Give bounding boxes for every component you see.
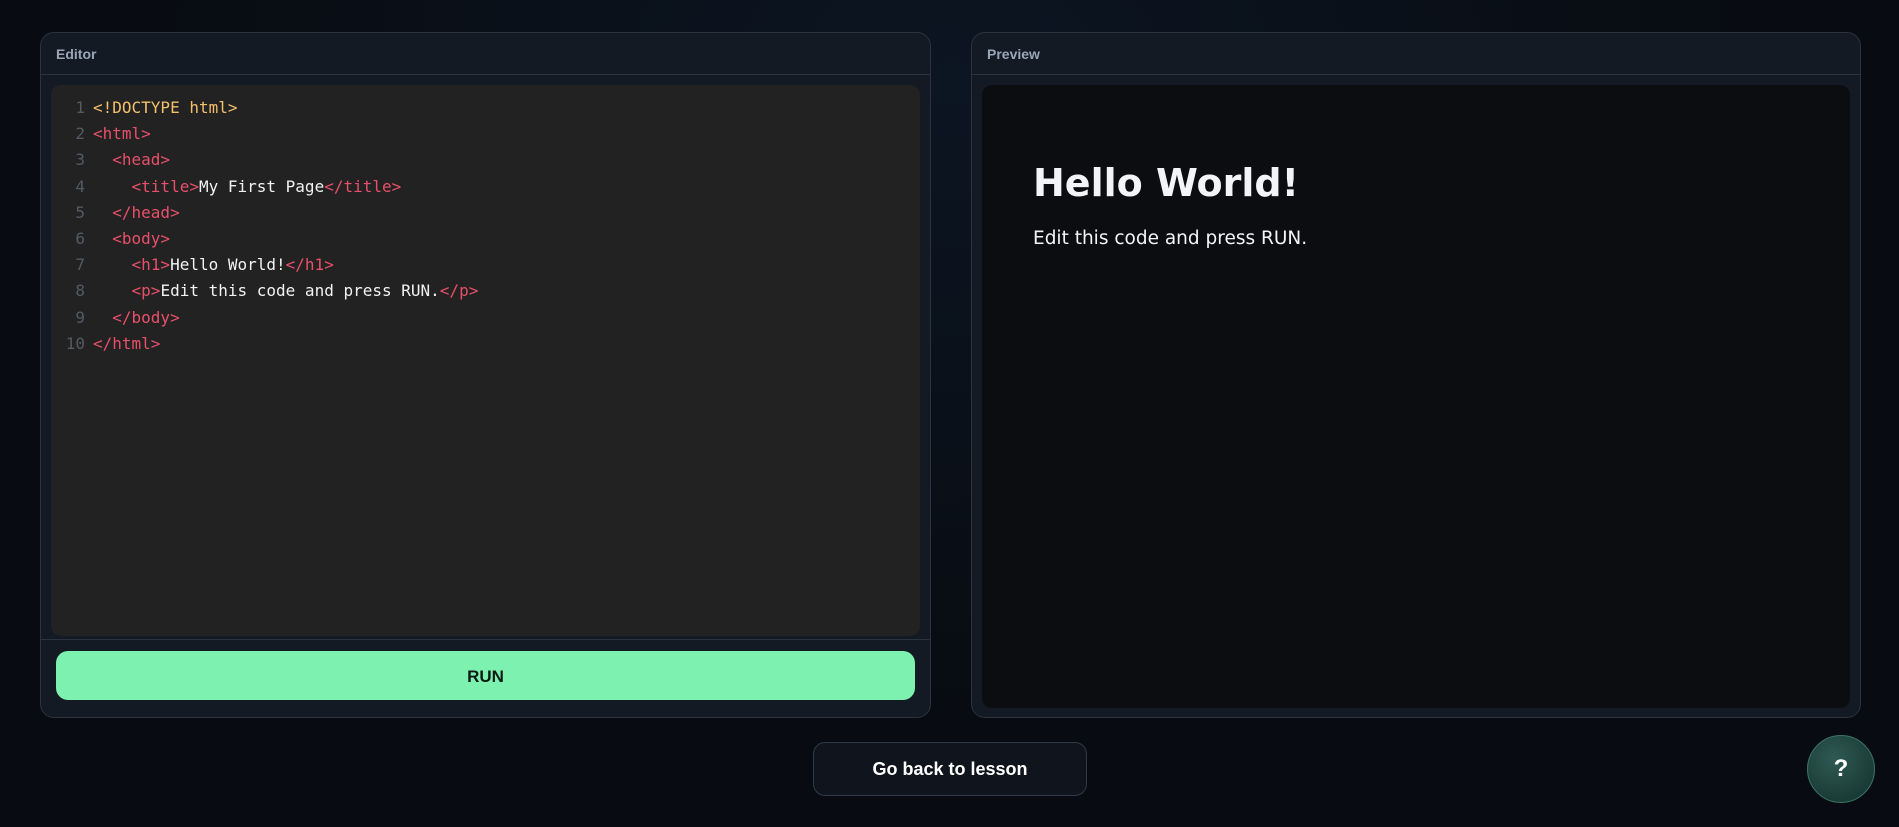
code-token-text: Edit this code and press RUN.	[160, 281, 440, 301]
line-number: 1	[75, 98, 85, 117]
code-line[interactable]: 2 <html>	[51, 121, 920, 147]
editor-panel: Editor 1 <!DOCTYPE html> 2 <html> 3 <head> 4 …	[40, 32, 931, 718]
line-number: 8	[75, 281, 85, 301]
line-number: 4	[75, 176, 85, 196]
preview-frame: Hello World! Edit this code and press RU…	[982, 85, 1850, 708]
preview-heading: Hello World!	[1033, 161, 1299, 205]
code-line-content: <!DOCTYPE html>	[93, 95, 238, 121]
run-button[interactable]: RUN	[56, 651, 915, 700]
code-line-content: <html>	[93, 121, 151, 147]
help-button[interactable]: ?	[1807, 735, 1875, 803]
code-line-content: </head>	[93, 200, 180, 226]
code-line[interactable]: 4 <title>My First Page</title>	[51, 174, 920, 200]
code-token-tag: </p>	[439, 281, 479, 301]
code-token-tag: </title>	[324, 176, 402, 196]
code-token-text: My First Page	[198, 176, 325, 196]
question-mark-icon: ?	[1833, 755, 1849, 782]
code-line[interactable]: 3 <head>	[51, 147, 920, 173]
code-token-doctype: <!DOCTYPE html>	[93, 98, 238, 117]
editor-title: Editor	[41, 33, 930, 75]
code-token-text: Hello World!	[170, 255, 286, 275]
preview-title: Preview	[972, 33, 1860, 75]
code-line[interactable]: 7 <h1>Hello World!</h1>	[51, 252, 920, 278]
line-number: 2	[75, 124, 85, 144]
code-editor[interactable]: 1 <!DOCTYPE html> 2 <html> 3 <head> 4 <title>…	[51, 85, 920, 636]
line-number: 9	[75, 307, 85, 327]
preview-paragraph: Edit this code and press RUN.	[1033, 228, 1308, 249]
code-token-tag: </h1>	[285, 255, 334, 275]
code-token-tag: <h1>	[131, 255, 171, 275]
code-token-tag: <body>	[112, 228, 171, 248]
line-number: 7	[75, 255, 85, 275]
line-number: 3	[75, 150, 85, 170]
back-to-lesson-button[interactable]: Go back to lesson	[813, 742, 1087, 796]
code-line[interactable]: 5 </head>	[51, 200, 920, 226]
line-number: 6	[75, 228, 85, 248]
code-line-content: <p>Edit this code and press RUN.</p>	[93, 278, 479, 304]
code-line[interactable]: 10 </html>	[51, 331, 920, 357]
code-line-content: </html>	[93, 331, 160, 357]
code-line-content: <head>	[93, 147, 170, 173]
code-line[interactable]: 1 <!DOCTYPE html>	[51, 95, 920, 121]
preview-panel: Preview Hello World! Edit this code and …	[971, 32, 1861, 718]
code-line[interactable]: 9 </body>	[51, 305, 920, 331]
code-token-tag: <html>	[93, 124, 151, 144]
code-playground-page: Editor 1 <!DOCTYPE html> 2 <html> 3 <head> 4 …	[0, 0, 1899, 827]
code-line-content: </body>	[93, 305, 180, 331]
code-token-tag: </head>	[112, 202, 180, 222]
code-line-content: <h1>Hello World!</h1>	[93, 252, 334, 278]
code-token-tag: <head>	[112, 150, 171, 170]
code-line-content: <title>My First Page</title>	[93, 174, 402, 200]
line-number: 5	[75, 202, 85, 222]
code-token-tag: <title>	[131, 176, 199, 196]
code-token-tag: </html>	[93, 333, 161, 353]
line-number: 10	[65, 333, 85, 353]
code-line[interactable]: 6 <body>	[51, 226, 920, 252]
code-token-tag: <p>	[131, 281, 161, 301]
code-line-content: <body>	[93, 226, 170, 252]
code-line[interactable]: 8 <p>Edit this code and press RUN.</p>	[51, 278, 920, 304]
editor-footer: RUN	[41, 639, 930, 717]
code-token-tag: </body>	[112, 307, 180, 327]
